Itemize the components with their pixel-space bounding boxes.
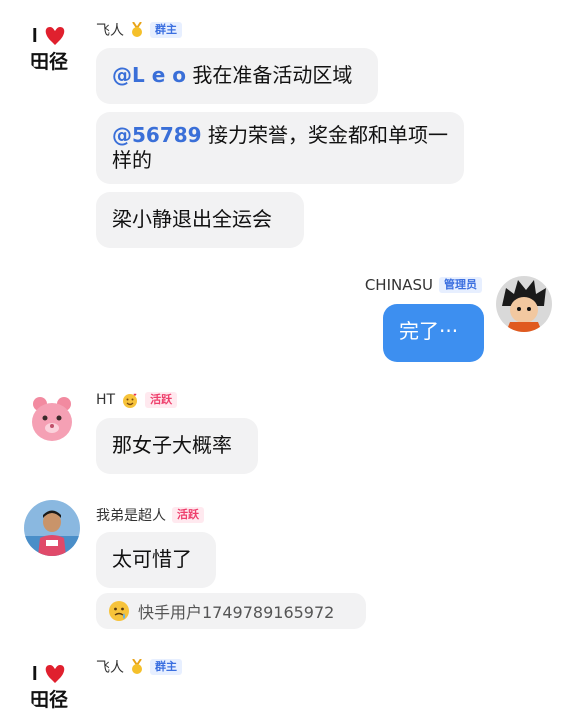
avatar-chinasu[interactable] (496, 276, 552, 332)
sender-name[interactable]: 飞人 (96, 20, 124, 40)
avatar-ht-image (24, 390, 80, 446)
reply-user: 快手用户1749789165972 (138, 603, 335, 622)
medal-icon (132, 659, 142, 674)
message-text: 完了··· (399, 319, 459, 343)
smiling-face-hearts-icon (123, 393, 138, 408)
owner-badge: 群主 (150, 659, 182, 675)
active-badge: 活跃 (172, 507, 204, 523)
sender-row-wodishichaoren: 我弟是超人 活跃 (96, 505, 204, 525)
sender-row-chinasu: CHINASU 管理员 (365, 276, 482, 294)
message-bubble[interactable]: @56789 接力荣誉，奖金都和单项一样的 (96, 112, 464, 184)
message-bubble[interactable]: 梁小静退出全运会 (96, 192, 304, 248)
avatar-word: 田径 (30, 51, 68, 73)
admin-badge: 管理员 (439, 277, 482, 293)
sender-row-feiren: 飞人 群主 (96, 20, 182, 40)
sender-name[interactable]: 飞人 (96, 657, 124, 677)
mention-link[interactable]: @56789 (112, 123, 202, 147)
mention-link[interactable]: @L e o (112, 63, 186, 87)
avatar-feiren[interactable]: I 田径 (24, 18, 80, 74)
sender-name[interactable]: CHINASU (365, 276, 433, 294)
avatar-feiren[interactable]: I 田径 (24, 656, 80, 712)
avatar-feiren-image: I 田径 (24, 656, 80, 712)
avatar-feiren-image: I 田径 (24, 18, 80, 74)
avatar-letter: I (32, 663, 38, 685)
message-bubble[interactable]: 那女子大概率 (96, 418, 258, 474)
message-text: 太可惜了 (112, 547, 192, 571)
owner-badge: 群主 (150, 22, 182, 38)
avatar-chinasu-image (496, 276, 552, 332)
message-text: 那女子大概率 (112, 433, 232, 457)
message-bubble[interactable]: @L e o 我在准备活动区域 (96, 48, 378, 104)
sender-row-ht: HT 活跃 (96, 391, 178, 409)
avatar-letter: I (32, 25, 38, 47)
avatar-wodishichaoren[interactable] (24, 500, 80, 556)
message-text: 梁小静退出全运会 (112, 207, 272, 231)
message-text: 我在准备活动区域 (185, 63, 353, 87)
avatar-wodishichaoren-image (24, 500, 80, 556)
medal-icon (132, 22, 142, 37)
reply-reference[interactable]: 快手用户1749789165972 (96, 593, 366, 629)
sender-name[interactable]: HT (96, 392, 115, 408)
active-badge: 活跃 (145, 392, 178, 408)
avatar-word: 田径 (30, 689, 68, 711)
avatar-ht[interactable] (24, 390, 80, 446)
sender-row-feiren: 飞人 群主 (96, 657, 182, 677)
emoji-face-icon (109, 601, 129, 621)
sender-name[interactable]: 我弟是超人 (96, 505, 166, 525)
message-bubble[interactable]: 太可惜了 (96, 532, 216, 588)
message-bubble-own[interactable]: 完了··· (383, 304, 484, 362)
